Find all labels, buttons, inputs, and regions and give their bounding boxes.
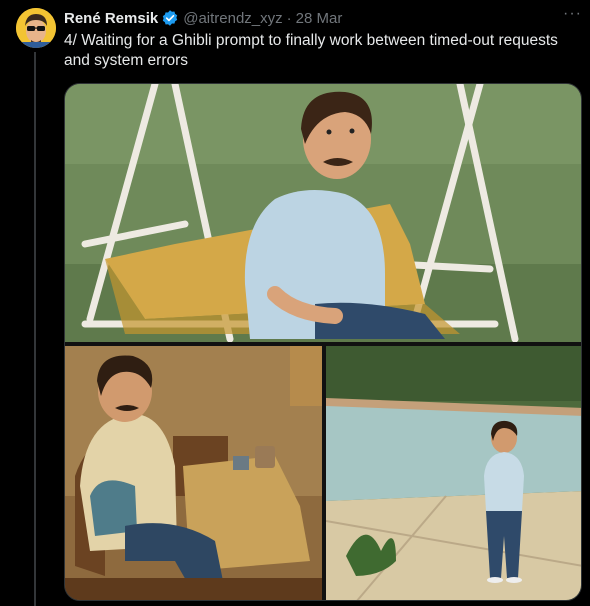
verified-badge-icon — [161, 9, 179, 27]
avatar[interactable] — [16, 8, 56, 48]
tweet-text: 4/ Waiting for a Ghibli prompt to finall… — [64, 32, 558, 69]
tweet-date[interactable]: 28 Mar — [296, 10, 343, 27]
tweet-media-grid[interactable] — [64, 83, 582, 601]
media-image-courtyard[interactable] — [326, 346, 581, 600]
author-handle[interactable]: @aitrendz_xyz — [183, 10, 282, 27]
author-name[interactable]: René Remsik — [64, 10, 158, 27]
thread-connector-line — [34, 52, 36, 606]
media-image-table[interactable] — [65, 346, 322, 600]
header-separator: · — [286, 9, 292, 27]
more-options-icon[interactable]: ··· — [563, 6, 582, 22]
avatar-image — [16, 8, 56, 48]
tweet-header: René Remsik @aitrendz_xyz · 28 Mar — [64, 8, 580, 28]
media-image-swing[interactable] — [65, 84, 581, 342]
